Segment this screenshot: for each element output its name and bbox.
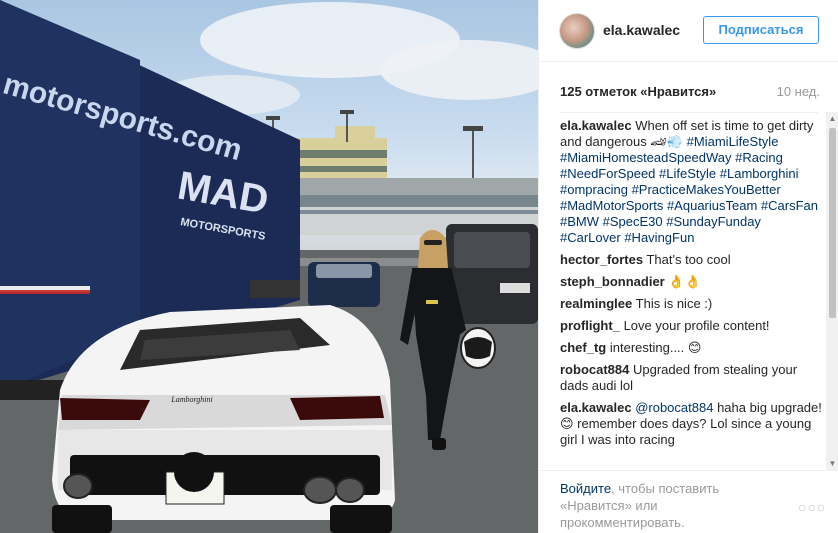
scroll-up-arrow-icon[interactable]: ▲ [826, 112, 838, 125]
hashtag-link[interactable]: #LifeStyle [659, 166, 716, 181]
hashtag-link[interactable]: #NeedForSpeed [560, 166, 655, 181]
instagram-post-view: motorsports.com MAD MOTORSPORTS Lamborgh… [0, 0, 838, 533]
comment-text: This is nice :) [635, 296, 713, 311]
hashtag-link[interactable]: #BMW [560, 214, 599, 229]
comments-scrollbar[interactable]: ▲ ▼ [826, 112, 838, 470]
ellipsis-icon[interactable]: ○○○ [798, 499, 826, 515]
likes-count[interactable]: 125 отметок «Нравится» [560, 84, 716, 99]
comments-list: ela.kawalec When off set is time to get … [560, 118, 822, 468]
hashtag-link[interactable]: #Racing [735, 150, 783, 165]
comment-username[interactable]: realminglee [560, 296, 632, 311]
hashtag-link[interactable]: #MiamiHomesteadSpeedWay [560, 150, 731, 165]
post-photo[interactable]: motorsports.com MAD MOTORSPORTS Lamborgh… [0, 0, 538, 533]
hashtag-link[interactable]: #MiamiLifeStyle [687, 134, 779, 149]
hashtag-link[interactable]: #MadMotorSports [560, 198, 663, 213]
comment-username[interactable]: hector_fortes [560, 252, 643, 267]
comment-text: That's too cool [646, 252, 731, 267]
comment-item: hector_fortes That's too cool [560, 252, 822, 268]
hashtag-link[interactable]: #ompracing [560, 182, 628, 197]
follow-button[interactable]: Подписаться [703, 16, 819, 44]
caption-username[interactable]: ela.kawalec [560, 118, 632, 133]
post-footer: Войдите, чтобы поставить «Нравится» или … [539, 470, 838, 533]
photo-scene: motorsports.com MAD MOTORSPORTS Lamborgh… [0, 0, 538, 533]
comment-username[interactable]: steph_bonnadier [560, 274, 665, 289]
comment-item: robocat884 Upgraded from stealing your d… [560, 362, 822, 394]
post-time[interactable]: 10 нед. [777, 84, 820, 99]
comment-items: hector_fortes That's too cool steph_bonna… [560, 252, 822, 448]
comment-username[interactable]: ela.kawalec [560, 400, 632, 415]
scroll-down-arrow-icon[interactable]: ▼ [826, 457, 838, 470]
comment-item: ela.kawalec @robocat884 haha big upgrade… [560, 400, 822, 448]
caption-hashtags: #MiamiLifeStyle #MiamiHomesteadSpeedWay … [560, 134, 818, 245]
comment-item: steph_bonnadier 👌👌 [560, 274, 822, 290]
post-author-username[interactable]: ela.kawalec [603, 22, 680, 38]
comment-text: 👌👌 [668, 274, 701, 289]
hashtag-link[interactable]: #CarsFan [761, 198, 818, 213]
hashtag-link[interactable]: #Lamborghini [720, 166, 799, 181]
comment-username[interactable]: proflight_ [560, 318, 620, 333]
divider [560, 112, 818, 113]
comment-item: chef_tg interesting.... 😊 [560, 340, 822, 356]
login-prompt: Войдите, чтобы поставить «Нравится» или … [560, 480, 780, 531]
caption: ela.kawalec When off set is time to get … [560, 118, 822, 246]
comment-text: interesting.... 😊 [609, 340, 702, 355]
post-sidebar: ela.kawalec Подписаться 125 отметок «Нра… [538, 0, 838, 533]
login-link[interactable]: Войдите [560, 481, 611, 496]
hashtag-link[interactable]: #CarLover [560, 230, 621, 245]
comment-mention[interactable]: @robocat884 [635, 400, 713, 415]
scroll-thumb[interactable] [829, 128, 836, 318]
car-badge: Lamborghini [170, 395, 213, 404]
comment-item: proflight_ Love your profile content! [560, 318, 822, 334]
post-header: ela.kawalec Подписаться [539, 0, 838, 62]
avatar[interactable] [559, 13, 595, 49]
hashtag-link[interactable]: #SundayFunday [666, 214, 761, 229]
comment-username[interactable]: chef_tg [560, 340, 606, 355]
hashtag-link[interactable]: #HavingFun [624, 230, 694, 245]
comment-item: realminglee This is nice :) [560, 296, 822, 312]
hashtag-link[interactable]: #PracticeMakesYouBetter [632, 182, 781, 197]
hashtag-link[interactable]: #SpecE30 [603, 214, 663, 229]
likes-row: 125 отметок «Нравится» 10 нед. [560, 84, 820, 102]
comment-username[interactable]: robocat884 [560, 362, 629, 377]
hashtag-link[interactable]: #AquariusTeam [667, 198, 757, 213]
comment-text: Love your profile content! [623, 318, 770, 333]
